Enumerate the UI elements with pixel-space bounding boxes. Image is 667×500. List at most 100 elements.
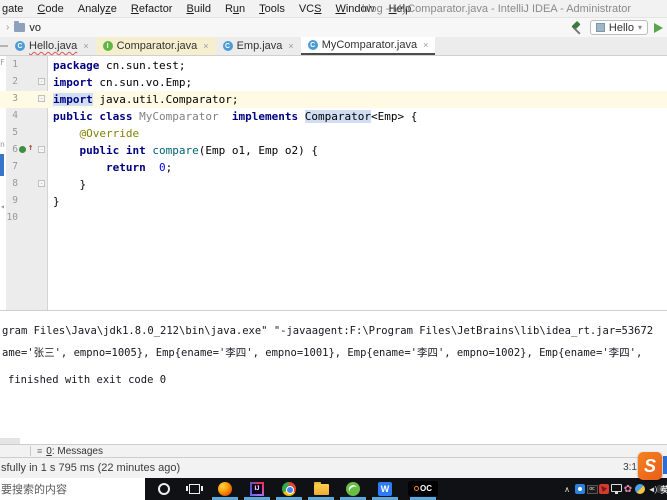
- menu-bar: gate Code Analyze Refactor Build Run Too…: [0, 0, 667, 18]
- spring-app-button[interactable]: [340, 480, 366, 497]
- code-line[interactable]: 4 public class MyComparator implements Co…: [0, 108, 667, 125]
- tab-label: Emp.java: [236, 40, 283, 52]
- code-line[interactable]: 1 package cn.sun.test;: [0, 57, 667, 74]
- menu-vcs[interactable]: VCS: [292, 3, 329, 15]
- tray-weather-icon[interactable]: [634, 482, 646, 496]
- code-line[interactable]: 8- }: [0, 176, 667, 193]
- file-explorer-icon: [313, 482, 329, 495]
- firefox-button[interactable]: [212, 480, 238, 497]
- tab-overflow-stub: [0, 45, 8, 47]
- code-line[interactable]: 6 ↑ - public int compare(Emp o1, Emp o2) {: [0, 142, 667, 159]
- build-status-text: sfully in 1 s 795 ms (22 minutes ago): [1, 462, 181, 474]
- breadcrumb-chevron-icon: ›: [6, 22, 10, 33]
- tab-mycomparator-java[interactable]: C MyComparator.java ×: [300, 37, 436, 55]
- fold-icon[interactable]: -: [38, 180, 45, 187]
- tab-label: Hello.java: [29, 40, 78, 52]
- divider: [30, 446, 31, 456]
- search-placeholder-text: 要搜索的内容: [1, 484, 67, 496]
- code-line[interactable]: 5 @Override: [0, 125, 667, 142]
- spring-leaf-icon: [346, 481, 360, 496]
- intellij-idea-icon: IJ: [250, 481, 264, 496]
- console-exit-line: finished with exit code 0: [8, 374, 167, 386]
- run-config-label: Hello: [608, 21, 634, 34]
- close-icon[interactable]: ×: [288, 41, 293, 51]
- menu-analyze[interactable]: Analyze: [71, 3, 124, 15]
- oc-app-icon: OC: [408, 481, 438, 496]
- menu-refactor[interactable]: Refactor: [124, 3, 180, 15]
- chevron-down-icon: ▾: [637, 23, 642, 32]
- chrome-icon: [282, 481, 296, 496]
- tray-oc-mini-icon[interactable]: oc: [586, 482, 598, 496]
- tray-display-icon[interactable]: [610, 482, 622, 496]
- tab-hello-java[interactable]: C Hello.java ×: [8, 37, 96, 55]
- run-configuration-select[interactable]: Hello ▾: [589, 20, 648, 35]
- overriding-method-icon[interactable]: ↑: [28, 143, 33, 153]
- code-editor[interactable]: 1 package cn.sun.test; 2- import cn.sun.vo…: [0, 56, 667, 310]
- fold-icon[interactable]: -: [38, 95, 45, 102]
- close-icon[interactable]: ×: [423, 40, 428, 50]
- tool-window-bar: ≡ 0: Messages: [0, 444, 667, 458]
- implementing-method-icon[interactable]: [19, 146, 26, 153]
- class-file-icon: C: [307, 40, 318, 50]
- cortana-icon: [158, 482, 170, 495]
- breadcrumb-item-vo[interactable]: vo: [29, 22, 41, 34]
- console-command-line: gram Files\Java\jdk1.8.0_212\bin\java.ex…: [2, 325, 654, 337]
- left-stripe-artifact: ◂: [0, 202, 5, 211]
- tab-emp-java[interactable]: C Emp.java ×: [216, 37, 301, 55]
- editor-tab-bar: C Hello.java × I Comparator.java × C Emp…: [0, 37, 667, 56]
- menu-run[interactable]: Run: [218, 3, 252, 15]
- code-line-current[interactable]: 3- import java.util.Comparator;: [0, 91, 667, 108]
- class-file-icon: C: [222, 41, 233, 51]
- caret-position-widget[interactable]: 3:1: [623, 462, 637, 473]
- close-icon[interactable]: ×: [83, 41, 88, 51]
- tray-red-app-icon[interactable]: [598, 482, 610, 496]
- tray-expand-button[interactable]: ∧: [561, 482, 573, 496]
- file-explorer-button[interactable]: [308, 480, 334, 497]
- run-button[interactable]: [654, 22, 663, 33]
- wps-w-icon: W: [378, 481, 392, 496]
- fold-icon[interactable]: -: [38, 78, 45, 85]
- tray-flower-app-icon[interactable]: ✿: [622, 482, 634, 496]
- interface-file-icon: I: [102, 41, 113, 51]
- build-hammer-icon[interactable]: [570, 20, 584, 35]
- left-stripe-artifact: F: [0, 58, 5, 67]
- intellij-idea-button[interactable]: IJ: [244, 480, 270, 497]
- class-file-icon: C: [15, 41, 25, 51]
- sogou-overlay-icon[interactable]: S: [638, 452, 662, 480]
- status-bar: sfully in 1 s 795 ms (22 minutes ago) 3:…: [0, 458, 667, 478]
- windows-taskbar: 要搜索的内容 IJ W OC ∧ oc ✿ ◄) 英: [0, 478, 667, 500]
- console-output-line: ame='张三', empno=1005}, Emp{ename='李四', e…: [2, 347, 643, 359]
- menu-code[interactable]: Code: [30, 3, 70, 15]
- task-view-icon: [185, 483, 203, 494]
- ime-language-indicator[interactable]: 英: [660, 482, 667, 496]
- oc-app-button[interactable]: OC: [406, 480, 440, 497]
- menu-navigate[interactable]: gate: [0, 3, 30, 15]
- firefox-icon: [218, 481, 232, 496]
- cortana-button[interactable]: [151, 480, 177, 497]
- intellij-idea-window: gate Code Analyze Refactor Build Run Too…: [0, 0, 667, 500]
- code-line[interactable]: 2- import cn.sun.vo.Emp;: [0, 74, 667, 91]
- menu-build[interactable]: Build: [179, 3, 217, 15]
- left-stripe-artifact: n: [0, 140, 5, 149]
- close-icon[interactable]: ×: [203, 41, 208, 51]
- code-line[interactable]: 9}: [0, 193, 667, 210]
- folder-icon: [14, 21, 26, 32]
- overlay-edge-fragment: [663, 456, 667, 474]
- fold-icon[interactable]: -: [38, 146, 45, 153]
- chrome-button[interactable]: [276, 480, 302, 497]
- messages-list-icon: ≡: [37, 446, 43, 456]
- code-line[interactable]: 10: [0, 210, 667, 227]
- window-title: blog - MyComparator.java - IntelliJ IDEA…: [362, 3, 631, 15]
- tray-blue-app-icon[interactable]: [574, 482, 586, 496]
- task-view-button[interactable]: [181, 480, 207, 497]
- messages-tool-window-button[interactable]: 0: Messages: [46, 446, 103, 457]
- navigation-bar: › vo Hello ▾: [0, 18, 667, 37]
- run-console[interactable]: gram Files\Java\jdk1.8.0_212\bin\java.ex…: [0, 310, 667, 445]
- taskbar-search-input[interactable]: 要搜索的内容: [0, 478, 145, 500]
- menu-tools[interactable]: Tools: [252, 3, 292, 15]
- left-tool-window-stripe-indicator: [0, 154, 4, 176]
- wps-button[interactable]: W: [372, 480, 398, 497]
- run-config-icon: [595, 23, 605, 32]
- tab-comparator-java[interactable]: I Comparator.java ×: [95, 37, 216, 55]
- code-line[interactable]: 7 return 0;: [0, 159, 667, 176]
